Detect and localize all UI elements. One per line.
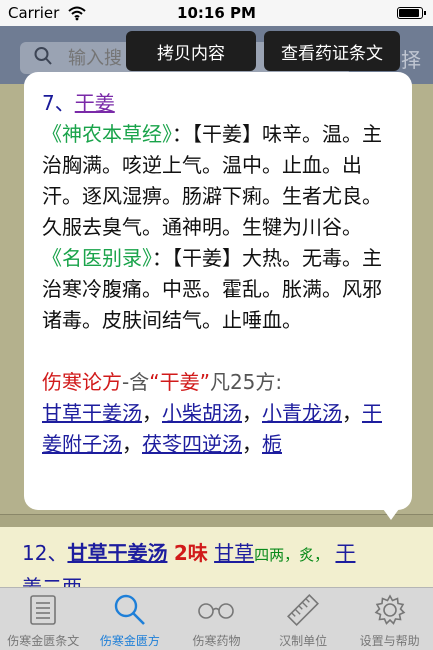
select-button[interactable]: 择 [401,44,421,73]
source-title: 《神农本草经》 [42,122,172,146]
glasses-icon [173,592,260,628]
gear-icon [346,592,433,628]
separator: ， [242,401,262,425]
formula-link[interactable]: 小柴胡汤 [162,401,242,425]
row12-herb1-dose: 四两，炙， [254,546,330,564]
tab-settings[interactable]: 设置与帮助 [346,588,433,650]
row12-number: 12、 [22,541,68,565]
status-bar: Carrier 10:16 PM [0,0,433,26]
tab-label: 设置与帮助 [359,634,420,648]
related-prefix: -含 [122,370,150,394]
view-evidence-button[interactable]: 查看药证条文 [264,31,400,71]
separator: ， [242,432,262,456]
tab-herbs[interactable]: 伤寒药物 [173,588,260,650]
formula-link[interactable]: 茯苓四逆汤 [142,432,242,456]
tab-formulas[interactable]: 伤寒金匮方 [87,588,174,650]
row12-herb1-link[interactable]: 甘草 [214,541,254,565]
battery-icon [397,7,426,19]
tab-label: 汉制单位 [279,634,328,648]
tab-label: 伤寒金匮方 [99,634,160,648]
tab-units[interactable]: 汉制单位 [260,588,347,650]
search-icon [34,46,52,71]
list-icon [0,592,87,628]
formula-link[interactable]: 甘草干姜汤 [42,401,142,425]
separator: ， [122,432,142,456]
search-icon [87,592,174,628]
popover-arrow [378,502,404,520]
tab-label: 伤寒金匮条文 [7,634,80,648]
herb-title: 7、干姜 [42,88,400,119]
row12-line2: 姜二两 [22,575,82,587]
row12-formula-link[interactable]: 甘草干姜汤 [67,541,167,565]
source-title: 《名医别录》 [42,246,152,270]
battery-fill [399,9,419,17]
status-time: 10:16 PM [177,4,256,22]
separator: ， [142,401,162,425]
separator: ， [342,401,362,425]
list-divider [0,514,433,515]
related-suffix: 凡25方: [209,370,283,394]
tab-label: 伤寒药物 [192,634,241,648]
related-formula-list: 甘草干姜汤，小柴胡汤，小青龙汤，干姜附子汤，茯苓四逆汤，栀 [42,398,400,460]
related-herb: “干姜” [149,370,210,394]
formula-link[interactable]: 小青龙汤 [262,401,342,425]
formula-link[interactable]: 栀 [262,432,282,456]
related-formulas-header: 伤寒论方-含“干姜”凡25方: [42,367,400,398]
row12-count: 2味 [173,541,208,565]
list-item-12[interactable]: 12、甘草干姜汤 2味 甘草四两，炙， 干 姜二两 [0,527,433,587]
ruler-icon [260,592,347,628]
herb-name-link[interactable]: 干姜 [75,91,115,115]
row12-herb2-link[interactable]: 干 [335,541,355,565]
tab-bar: 伤寒金匮条文 伤寒金匮方 伤寒药物 汉制单位 设置与帮助 [0,587,433,650]
herb-number: 7、 [42,91,75,115]
tab-clauses[interactable]: 伤寒金匮条文 [0,588,87,650]
copy-content-button[interactable]: 拷贝内容 [126,31,256,71]
row12-line: 12、甘草干姜汤 2味 甘草四两，炙， 干 [22,537,355,566]
source-paragraph-2: 《名医别录》：【干姜】大热。无毒。主治寒冷腹痛。中恶。霍乱。胀满。风邪诸毒。皮肤… [42,243,400,336]
popover-content: 7、干姜 《神农本草经》：【干姜】味辛。温。主治胸满。咳逆上气。温中。止血。出汗… [42,88,400,460]
source-paragraph-1: 《神农本草经》：【干姜】味辛。温。主治胸满。咳逆上气。温中。止血。出汗。逐风湿痹… [42,119,400,243]
herb-popover: 7、干姜 《神农本草经》：【干姜】味辛。温。主治胸满。咳逆上气。温中。止血。出汗… [24,72,412,510]
related-label: 伤寒论方 [42,370,122,394]
